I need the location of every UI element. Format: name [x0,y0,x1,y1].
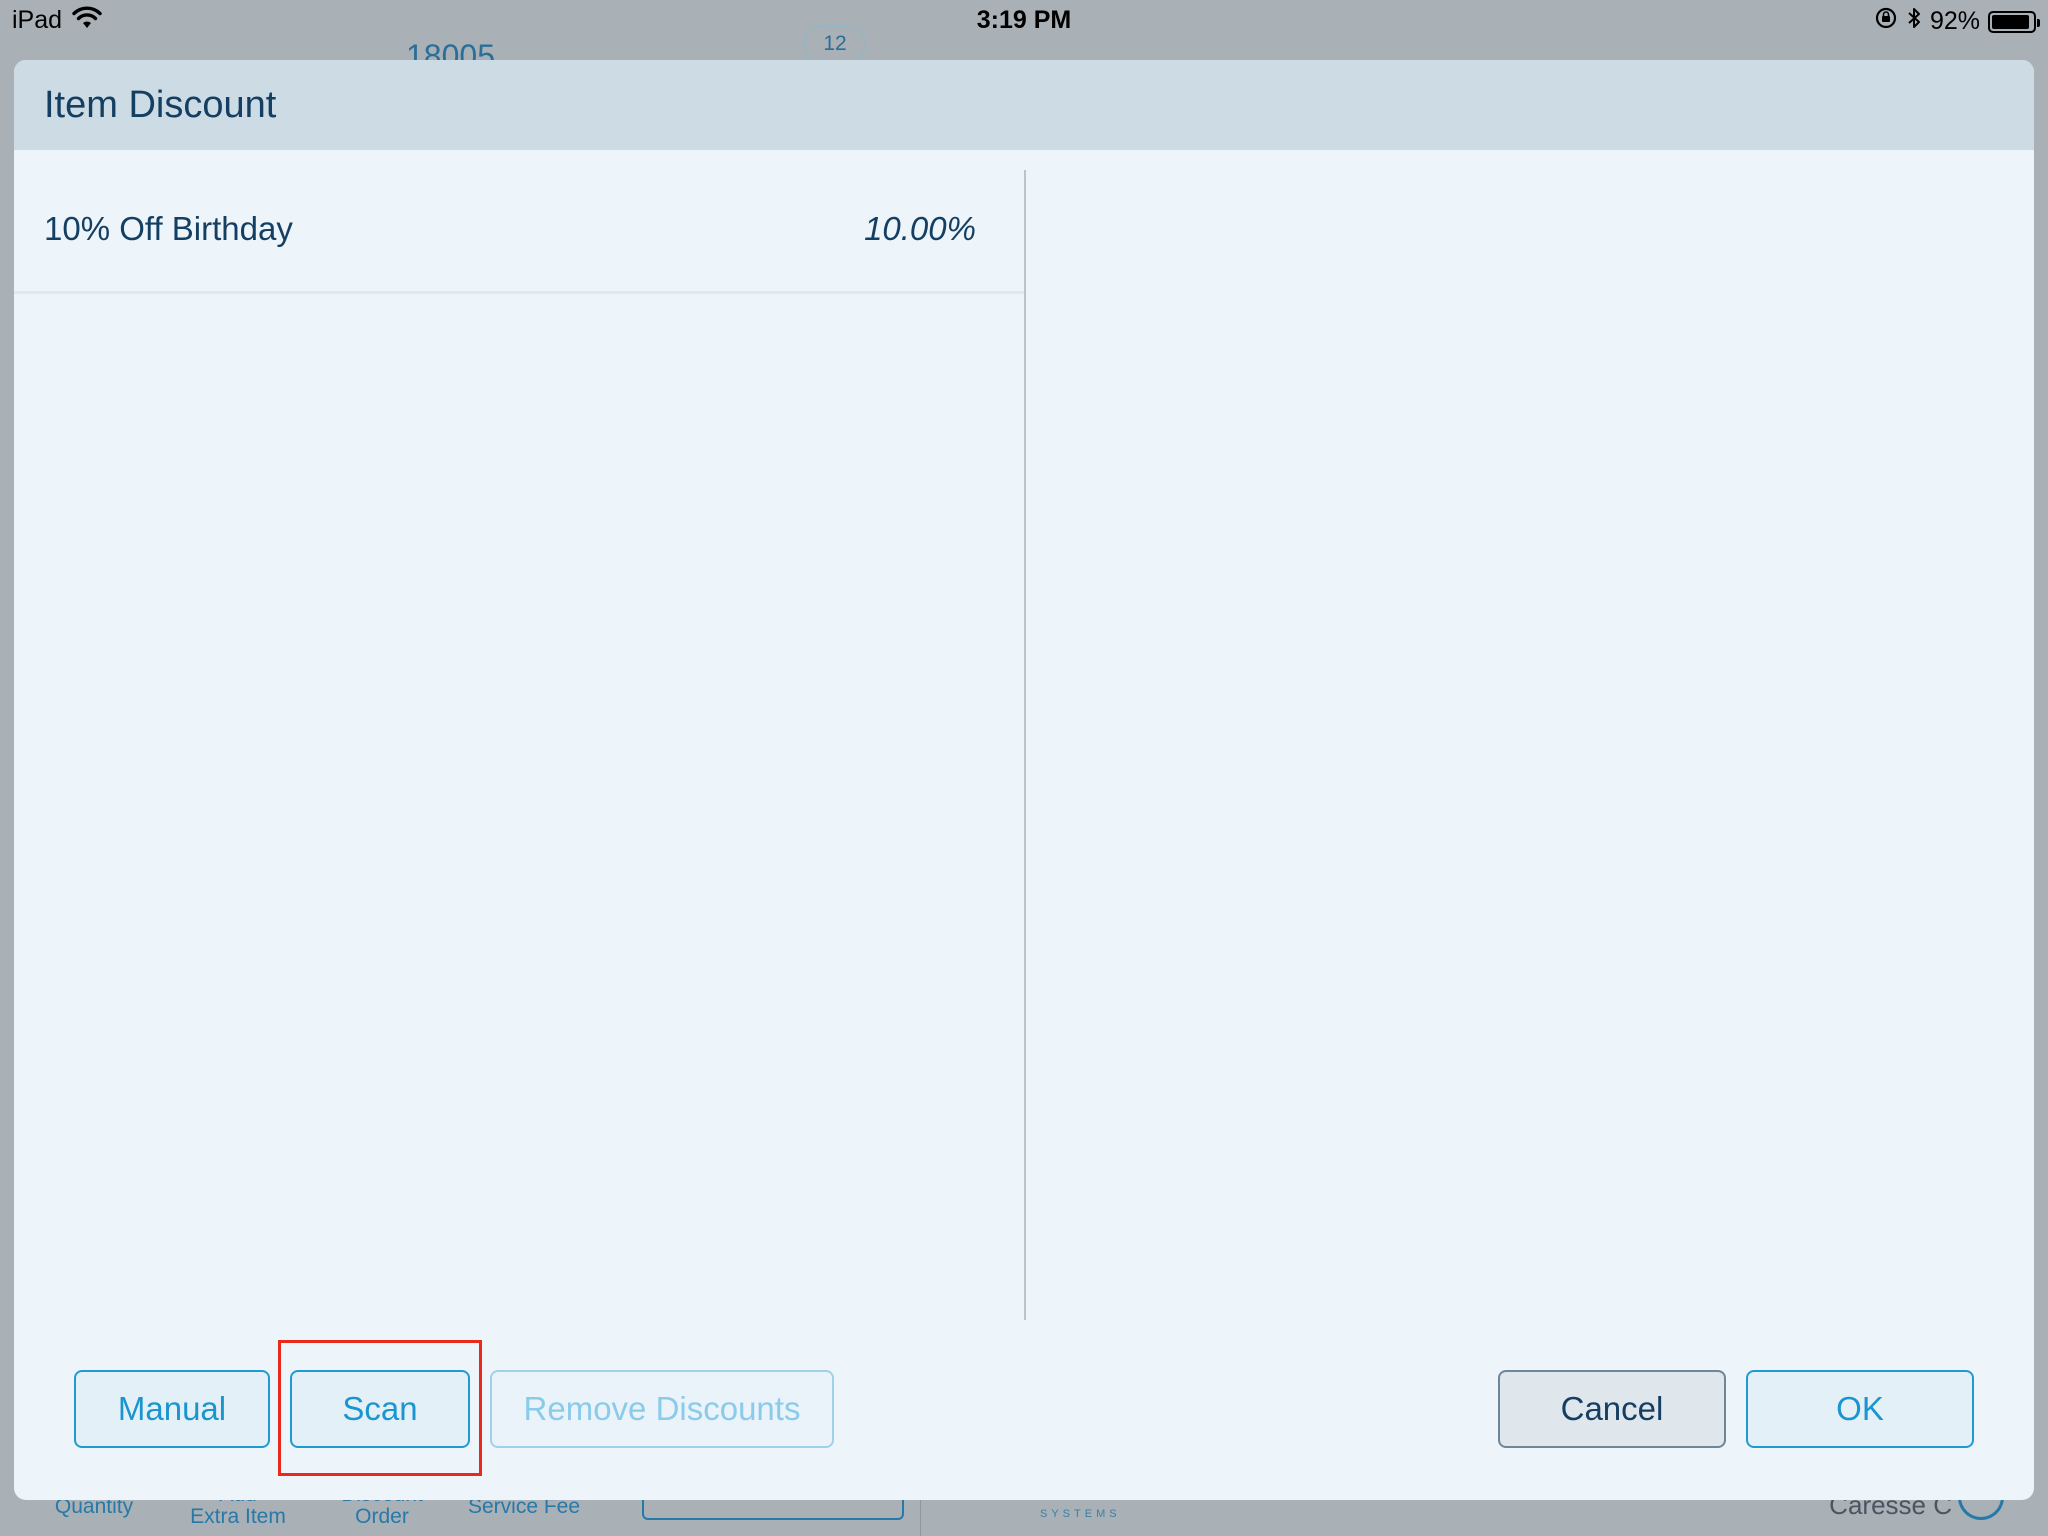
discount-row[interactable]: 10% Off Birthday 10.00% [14,170,1024,294]
battery-icon [1988,10,2040,33]
discount-value: 10.00% [864,210,976,247]
manual-button[interactable]: Manual [74,1370,270,1448]
background-logo: SYSTEMS [1040,1508,1121,1520]
ok-button[interactable]: OK [1746,1370,1974,1448]
remove-discounts-button[interactable]: Remove Discounts [490,1370,834,1448]
item-discount-dialog: Item Discount 10% Off Birthday 10.00% Ma… [14,60,2034,1500]
status-bar: iPad 3:19 PM 92% [0,0,2048,42]
scan-button[interactable]: Scan [290,1370,470,1448]
background-badge: 12 [804,26,866,62]
dialog-title: Item Discount [44,83,277,126]
cancel-button[interactable]: Cancel [1498,1370,1726,1448]
dialog-header: Item Discount [14,60,2034,150]
discount-list: 10% Off Birthday 10.00% [14,170,1024,1320]
discount-detail-pane [1026,170,2034,1320]
clock: 3:19 PM [976,6,1072,34]
battery-fill [1992,14,2029,29]
discount-name: 10% Off Birthday [44,210,293,247]
orientation-lock-icon [1874,6,1898,37]
battery-percent: 92% [1929,7,1980,35]
background-order-number: 18005 [406,38,495,60]
bluetooth-icon [1906,6,1922,37]
